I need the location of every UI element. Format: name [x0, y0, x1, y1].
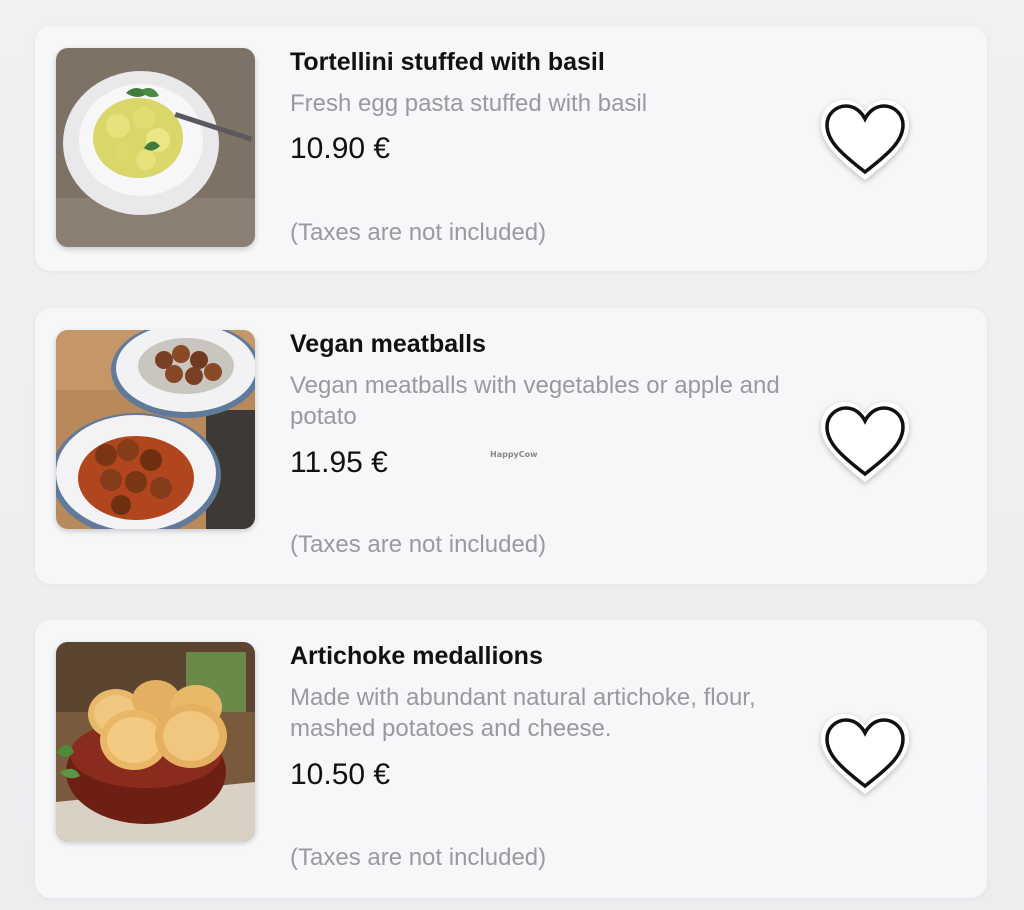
dish-price: 11.95 €: [290, 446, 388, 479]
dish-photo-artichoke[interactable]: [56, 642, 255, 841]
favorite-button[interactable]: [815, 94, 915, 190]
dish-description: Made with abundant natural artichoke, fl…: [290, 684, 756, 742]
dish-description: Fresh egg pasta stuffed with basil: [290, 90, 648, 117]
menu-page: Tortellini stuffed with basil Fresh egg …: [0, 0, 1024, 910]
dish-name: Vegan meatballs: [290, 330, 486, 358]
dish-name: Tortellini stuffed with basil: [290, 48, 605, 76]
menu-item-card[interactable]: Tortellini stuffed with basil Fresh egg …: [35, 26, 987, 271]
dish-price: 10.90 €: [290, 132, 391, 165]
dish-price: 10.50 €: [290, 758, 391, 791]
heart-outline-icon: [821, 100, 909, 180]
favorite-button[interactable]: [815, 396, 915, 492]
tax-note: (Taxes are not included): [290, 531, 547, 558]
favorite-button[interactable]: [815, 708, 915, 804]
watermark: HappyCow: [490, 450, 538, 459]
heart-outline-icon: [821, 714, 909, 794]
heart-outline-icon: [821, 402, 909, 482]
menu-item-card[interactable]: Vegan meatballs Vegan meatballs with veg…: [35, 308, 987, 584]
dish-description: Vegan meatballs with vegetables or apple…: [290, 372, 780, 430]
tax-note: (Taxes are not included): [290, 844, 547, 871]
artichoke-medallions-image: [56, 642, 255, 841]
dish-name: Artichoke medallions: [290, 642, 543, 670]
menu-item-card[interactable]: Artichoke medallions Made with abundant …: [35, 620, 987, 898]
dish-photo-tortellini[interactable]: [56, 48, 255, 247]
dish-photo-meatballs[interactable]: [56, 330, 255, 529]
meatballs-image: [56, 330, 255, 529]
tax-note: (Taxes are not included): [290, 219, 547, 246]
tortellini-image: [56, 48, 255, 247]
